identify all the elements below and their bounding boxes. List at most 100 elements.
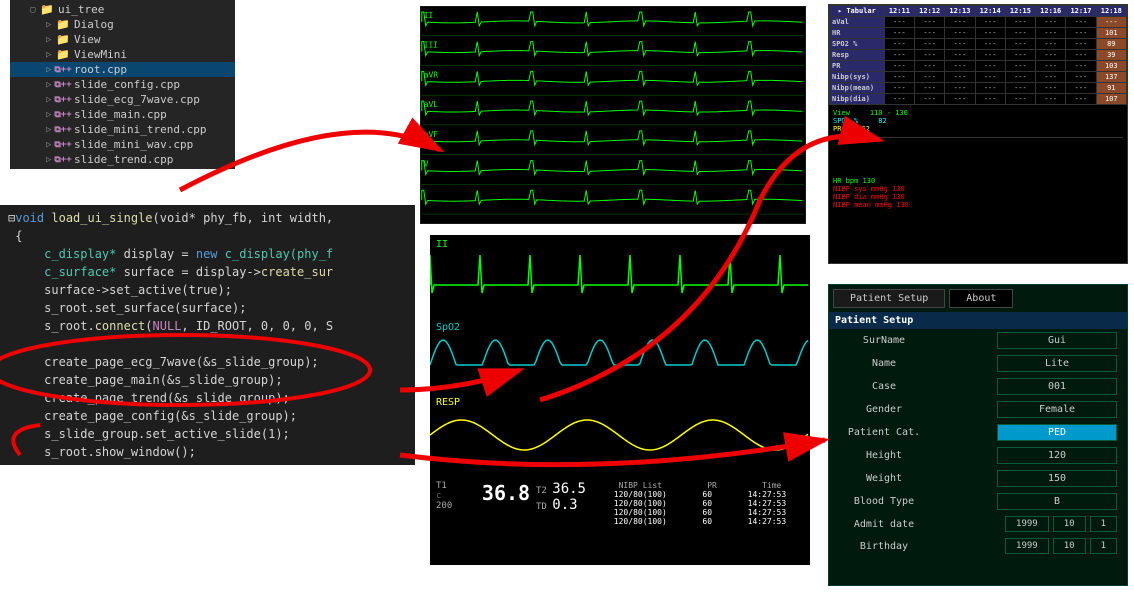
config-row-surname: SurNameGui [829,329,1127,352]
trend-time-header: 12:18 [1096,6,1126,17]
folder-icon: 📁 [40,4,54,16]
trend-row: Resp---------------------39 [830,50,1127,61]
tree-label: ui_tree [58,3,104,16]
config-value[interactable]: Gui [997,332,1117,349]
tree-item-slide_main-cpp[interactable]: ▷⧉++slide_main.cpp [10,107,235,122]
tree-item-View[interactable]: ▷📁 View [10,32,235,47]
config-value[interactable]: Female [997,401,1117,418]
trend-row: SPO2 %---------------------89 [830,39,1127,50]
config-row-case: Case001 [829,375,1127,398]
tree-label: View [74,33,101,46]
trend-corner[interactable]: ▸ Tabular [830,6,885,17]
tree-folder-root[interactable]: ▢ 📁 ui_tree [10,2,235,17]
nibp-row: 120/80(100)6014:27:53 [596,517,804,526]
date-part[interactable]: 1999 [1005,516,1049,532]
chevron-down-icon: ▢ [30,5,40,15]
trend-row: Nibp(mean)---------------------91 [830,83,1127,94]
chevron-right-icon: ▷ [46,20,56,30]
tree-item-Dialog[interactable]: ▷📁 Dialog [10,17,235,32]
date-part[interactable]: 1999 [1005,538,1049,554]
tree-label: slide_main.cpp [74,108,167,121]
t2-value: 36.5 [552,481,586,497]
cpp-file-icon: ⧉++ [56,64,70,76]
tree-item-slide_trend-cpp[interactable]: ▷⧉++slide_trend.cpp [10,152,235,167]
trend-row: aVal------------------------ [830,17,1127,28]
nibp-row: 120/80(100)6014:27:53 [596,490,804,499]
cpp-file-icon: ⧉++ [56,124,70,136]
vitals-bar: T1 c 200 36.8 T2 36.5 TD 0.3 NIBP ListPR… [430,479,810,528]
cpp-file-icon: ⧉++ [56,154,70,166]
nibp-row: 120/80(100)6014:27:53 [596,508,804,517]
trend-time-header: 12:17 [1066,6,1096,17]
patient-setup-panel: Patient Setup About Patient Setup SurNam… [828,284,1128,586]
svg-text:aVL: aVL [424,100,439,109]
chevron-right-icon: ▷ [46,35,56,45]
file-tree: ▢ 📁 ui_tree ▷📁Dialog▷📁View▷📁ViewMini▷⧉++… [10,0,235,169]
tree-label: slide_mini_wav.cpp [74,138,193,151]
date-part[interactable]: 10 [1053,538,1086,554]
trend-row: Nibp(dia)---------------------107 [830,94,1127,105]
cpp-file-icon: ⧉++ [56,79,70,91]
date-part[interactable]: 1 [1090,516,1117,532]
config-row-name: NameLite [829,352,1127,375]
chevron-right-icon: ▷ [46,50,56,60]
config-row-gender: GenderFemale [829,398,1127,421]
t1-value: 36.8 [476,481,536,505]
tree-label: root.cpp [74,63,127,76]
tree-label: slide_trend.cpp [74,153,173,166]
tree-item-slide_ecg_7wave-cpp[interactable]: ▷⧉++slide_ecg_7wave.cpp [10,92,235,107]
tree-label: slide_mini_trend.cpp [74,123,206,136]
trend-table: ▸ Tabular12:1112:1212:1312:1412:1512:161… [829,5,1127,105]
config-value[interactable]: PED [997,424,1117,441]
svg-text:aVF: aVF [424,130,439,139]
cpp-file-icon: ⧉++ [56,94,70,106]
trend-row: PR---------------------103 [830,61,1127,72]
tree-item-root-cpp[interactable]: ▷⧉++root.cpp [10,62,235,77]
ecg-label: II [436,239,448,250]
cpp-file-icon: ⧉++ [56,139,70,151]
td-value: 0.3 [552,497,577,513]
spo2-label: SpO2 [436,322,460,333]
date-part[interactable]: 1 [1090,538,1117,554]
svg-text:III: III [424,41,438,50]
svg-text:V: V [424,160,429,169]
tree-item-slide_mini_wav-cpp[interactable]: ▷⧉++slide_mini_wav.cpp [10,137,235,152]
config-row-patientcat: Patient Cat.PED [829,421,1127,444]
tab-patient-setup[interactable]: Patient Setup [833,289,945,308]
trend-time-header: 12:11 [884,6,914,17]
trend-time-header: 12:12 [915,6,945,17]
tree-label: ViewMini [74,48,127,61]
svg-text:II: II [424,11,434,20]
folder-icon: 📁 [56,34,70,46]
trend-time-header: 12:13 [945,6,975,17]
trend-time-header: 12:16 [1036,6,1066,17]
config-row-weight: Weight150 [829,467,1127,490]
config-value[interactable]: 150 [997,470,1117,487]
config-value[interactable]: 001 [997,378,1117,395]
tree-label: Dialog [74,18,114,31]
folder-icon: 📁 [56,49,70,61]
config-value[interactable]: 120 [997,447,1117,464]
cpp-file-icon: ⧉++ [56,109,70,121]
config-value[interactable]: B [997,493,1117,510]
main-monitor-panel: II SpO2 RESP T1 c 200 36.8 T2 36.5 TD 0.… [430,235,810,565]
tree-item-slide_mini_trend-cpp[interactable]: ▷⧉++slide_mini_trend.cpp [10,122,235,137]
config-row-bloodtype: Blood TypeB [829,490,1127,513]
svg-text:aVR: aVR [424,70,439,79]
date-part[interactable]: 10 [1053,516,1086,532]
trend-time-header: 12:15 [1005,6,1035,17]
tree-item-slide_config-cpp[interactable]: ▷⧉++slide_config.cpp [10,77,235,92]
tree-item-ViewMini[interactable]: ▷📁 ViewMini [10,47,235,62]
resp-label: RESP [436,397,460,408]
trend-row: Nibp(sys)---------------------137 [830,72,1127,83]
code-editor[interactable]: ⊟void load_ui_single(void* phy_fb, int w… [0,205,415,465]
nibp-row: 120/80(100)6014:27:53 [596,499,804,508]
trend-panel: ▸ Tabular12:1112:1212:1312:1412:1512:161… [828,4,1128,264]
ecg-7wave-panel: IIIIIaVRaVLaVFV [420,6,806,224]
tree-label: slide_ecg_7wave.cpp [74,93,200,106]
trend-time-header: 12:14 [975,6,1005,17]
tab-about[interactable]: About [949,289,1013,308]
config-value[interactable]: Lite [997,355,1117,372]
trend-row: HR---------------------101 [830,28,1127,39]
folder-icon: 📁 [56,19,70,31]
